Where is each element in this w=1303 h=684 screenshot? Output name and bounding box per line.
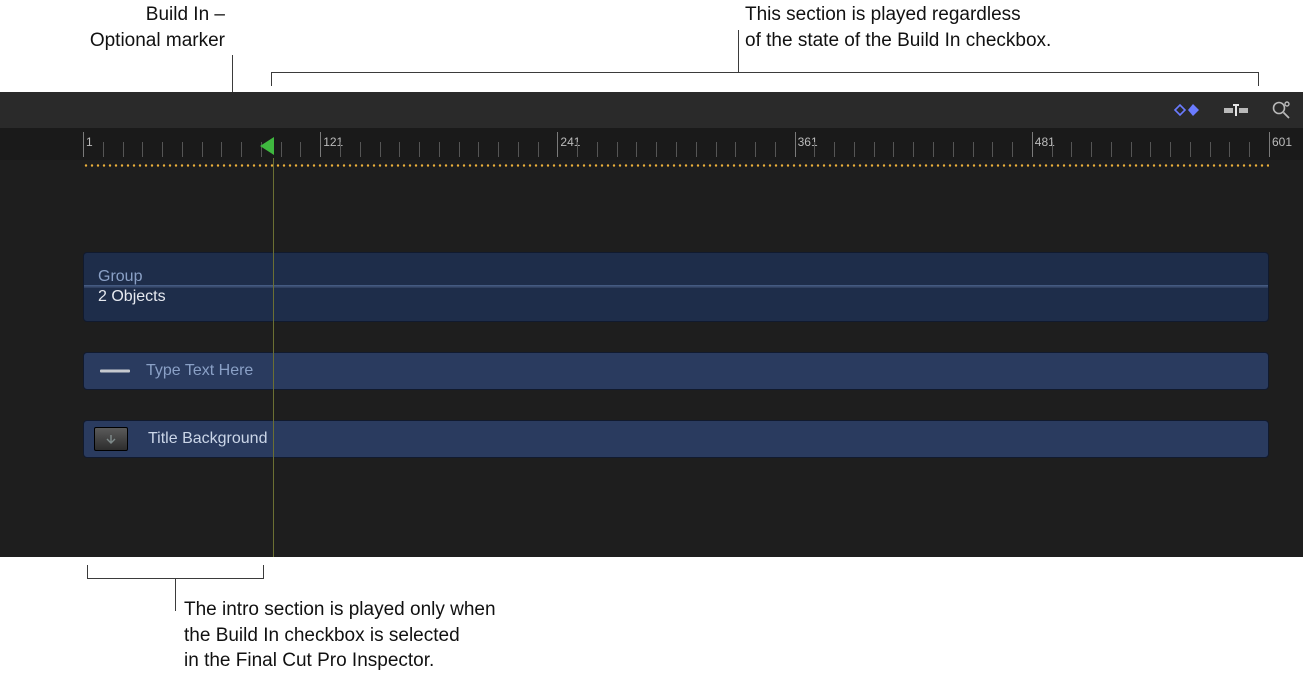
ruler-tick-minor — [281, 142, 282, 157]
ruler-tick-major — [557, 132, 558, 157]
ruler-tick-minor — [123, 142, 124, 157]
callout-build-in-marker: Build In – Optional marker — [10, 2, 225, 53]
ruler-tick-minor — [1052, 142, 1053, 157]
ruler-tick-minor — [933, 142, 934, 157]
ruler-tick-minor — [617, 142, 618, 157]
keyframe-icon[interactable] — [1171, 102, 1201, 118]
ruler-tick-minor — [182, 142, 183, 157]
callout-intro-section: The intro section is played only when th… — [184, 597, 704, 674]
ruler-tick-minor — [854, 142, 855, 157]
track-group[interactable]: Group 2 Objects — [83, 252, 1269, 322]
ruler-tick-minor — [913, 142, 914, 157]
ruler-tick-minor — [1131, 142, 1132, 157]
ruler-tick-minor — [973, 142, 974, 157]
ruler-tick-minor — [1170, 142, 1171, 157]
project-range-indicator — [83, 164, 1269, 167]
ruler-tick-minor — [577, 142, 578, 157]
ruler-tick-minor — [1111, 142, 1112, 157]
ruler-tick-minor — [696, 142, 697, 157]
ruler-tick-minor — [893, 142, 894, 157]
track-group-subtitle: 2 Objects — [98, 288, 166, 306]
ruler-tick-minor — [498, 142, 499, 157]
ruler-tick-minor — [439, 142, 440, 157]
ruler-tick-minor — [399, 142, 400, 157]
callout-text: the Build In checkbox is selected — [184, 625, 460, 646]
ruler-tick-label: 601 — [1272, 135, 1292, 149]
callout-text: in the Final Cut Pro Inspector. — [184, 650, 434, 671]
ruler-tick-major — [1269, 132, 1270, 157]
ruler-tick-minor — [814, 142, 815, 157]
timeline-panel: 1121241361481601 Group 2 Objects Type Te… — [0, 92, 1303, 557]
ruler-tick-minor — [656, 142, 657, 157]
track-background-layer[interactable]: Title Background — [83, 420, 1269, 458]
callout-bracket-bottom — [87, 565, 264, 579]
ruler-tick-minor — [221, 142, 222, 157]
ruler-tick-minor — [300, 142, 301, 157]
callout-text: of the state of the Build In checkbox. — [745, 30, 1051, 51]
zoom-icon[interactable] — [1271, 100, 1291, 120]
callout-main-section: This section is played regardless of the… — [745, 2, 1265, 53]
timeline-tracks: Group 2 Objects Type Text Here Title Bac… — [83, 252, 1269, 458]
ruler-tick-minor — [735, 142, 736, 157]
build-in-marker-head[interactable] — [260, 137, 274, 155]
ruler-tick-minor — [202, 142, 203, 157]
ruler-tick-minor — [953, 142, 954, 157]
ruler-tick-label: 1 — [86, 135, 93, 149]
figure-root: Build In – Optional marker This section … — [0, 0, 1303, 684]
track-text-layer[interactable]: Type Text Here — [83, 352, 1269, 390]
callout-leader — [175, 579, 176, 611]
ruler-tick-minor — [755, 142, 756, 157]
ruler-tick-major — [1032, 132, 1033, 157]
ruler-tick-minor — [716, 142, 717, 157]
ruler-tick-minor — [340, 142, 341, 157]
ruler-tick-minor — [538, 142, 539, 157]
ruler-tick-minor — [1150, 142, 1151, 157]
ruler-tick-minor — [636, 142, 637, 157]
ruler-tick-minor — [775, 142, 776, 157]
text-layer-thumb-icon — [100, 370, 130, 373]
ruler-tick-minor — [1210, 142, 1211, 157]
build-in-marker-line[interactable] — [273, 158, 274, 557]
ruler-tick-major — [83, 132, 84, 157]
timeline-ruler[interactable]: 1121241361481601 — [0, 128, 1303, 160]
callout-text: Build In – — [146, 4, 225, 25]
ruler-tick-minor — [241, 142, 242, 157]
ruler-tick-minor — [162, 142, 163, 157]
track-group-title: Group — [98, 268, 142, 286]
ruler-tick-minor — [360, 142, 361, 157]
callout-bracket-top — [271, 72, 1259, 86]
ruler-tick-minor — [459, 142, 460, 157]
ruler-tick-minor — [1229, 142, 1230, 157]
ruler-tick-major — [795, 132, 796, 157]
ruler-tick-minor — [676, 142, 677, 157]
ruler-tick-minor — [1071, 142, 1072, 157]
ruler-tick-minor — [142, 142, 143, 157]
clip-trim-icon[interactable] — [1221, 102, 1251, 118]
ruler-tick-minor — [419, 142, 420, 157]
ruler-tick-minor — [874, 142, 875, 157]
timeline-toolbar — [0, 92, 1303, 128]
ruler-tick-minor — [1249, 142, 1250, 157]
ruler-tick-minor — [1012, 142, 1013, 157]
ruler-tick-minor — [992, 142, 993, 157]
ruler-tick-minor — [478, 142, 479, 157]
ruler-tick-major — [320, 132, 321, 157]
ruler-tick-minor — [518, 142, 519, 157]
bg-layer-thumb-icon — [94, 427, 128, 451]
ruler-tick-minor — [103, 142, 104, 157]
ruler-tick-minor — [597, 142, 598, 157]
ruler-tick-minor — [834, 142, 835, 157]
ruler-tick-minor — [1190, 142, 1191, 157]
callout-text: The intro section is played only when — [184, 599, 496, 620]
ruler-tick-minor — [380, 142, 381, 157]
callout-text: This section is played regardless — [745, 4, 1021, 25]
callout-leader — [738, 30, 739, 72]
ruler-tick-minor — [1091, 142, 1092, 157]
callout-text: Optional marker — [90, 30, 225, 51]
